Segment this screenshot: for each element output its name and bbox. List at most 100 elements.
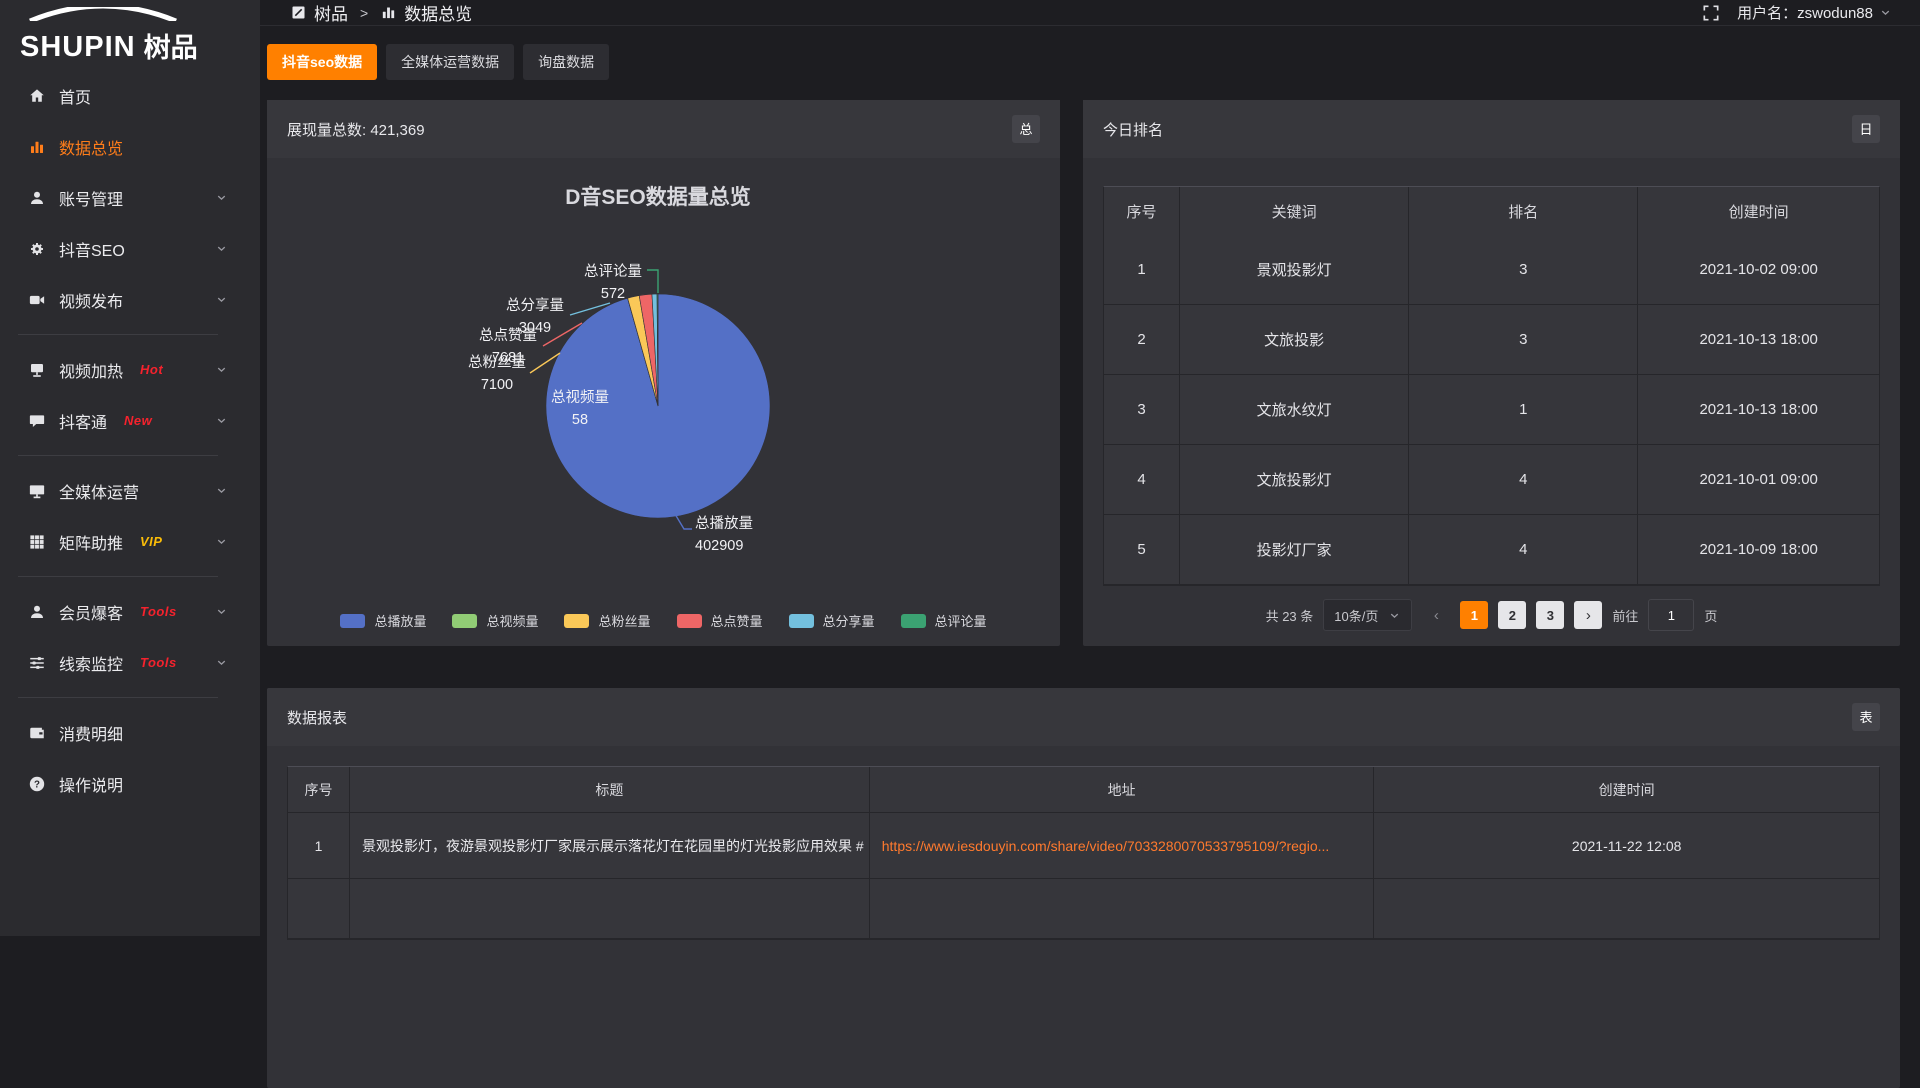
overview-panel: 展现量总数: 421,369 总 D音SEO数据量总览总播放量 402909 总视频… — [267, 100, 1060, 646]
pie-label-value-总播放量: 402909 — [695, 538, 743, 554]
sidebar-item-label: 视频发布 — [59, 288, 123, 312]
page-size-select[interactable]: 10条/页 — [1323, 599, 1412, 631]
page-button-1[interactable]: 1 — [1460, 601, 1488, 629]
data-tabs: 抖音seo数据全媒体运营数据询盘数据 — [267, 44, 1900, 80]
sidebar-item-label: 操作说明 — [59, 772, 123, 796]
report-title: 数据报表 — [287, 707, 347, 728]
sidebar-item-label: 账号管理 — [59, 186, 123, 210]
pie-label-name-总评论量: 总评论量 — [584, 263, 642, 280]
legend-item-总评论量[interactable]: 总评论量 — [901, 611, 987, 630]
ranking-col-排名: 排名 — [1409, 187, 1638, 236]
sidebar-item-线索监控[interactable]: 线索监控Tools — [0, 637, 260, 688]
sidebar-item-label: 视频加热 — [59, 358, 123, 382]
sidebar-item-会员爆客[interactable]: 会员爆客Tools — [0, 586, 260, 637]
video-link[interactable]: https://www.iesdouyin.com/share/video/70… — [882, 838, 1330, 854]
legend-label: 总分享量 — [823, 611, 875, 630]
pie-label-name-总分享量: 总分享量 — [506, 297, 564, 314]
tab-询盘数据[interactable]: 询盘数据 — [523, 44, 609, 80]
ranking-cell: 4 — [1409, 445, 1638, 515]
menu-divider — [18, 334, 218, 335]
ranking-col-创建时间: 创建时间 — [1638, 187, 1879, 236]
report-col-地址: 地址 — [870, 767, 1375, 813]
legend-swatch — [340, 614, 365, 628]
sidebar-item-数据总览[interactable]: 数据总览 — [0, 121, 260, 172]
sidebar-item-矩阵助推[interactable]: 矩阵助推 VIP — [0, 516, 260, 567]
sidebar-item-首页[interactable]: 首页 — [0, 70, 260, 121]
legend-item-总视频量[interactable]: 总视频量 — [452, 611, 538, 630]
chart-title: D音SEO数据量总览 — [565, 185, 751, 209]
overview-total-label: 展现量总数: 421,369 — [287, 119, 425, 140]
sidebar-item-消费明细[interactable]: 消费明细 — [0, 707, 260, 758]
report-cell-empty — [350, 879, 870, 939]
report-panel: 数据报表 表 序号标题地址创建时间1景观投影灯，夜游景观投影灯厂家展示展示落花灯… — [267, 688, 1900, 1088]
ranking-cell: 4 — [1104, 445, 1180, 515]
sidebar-item-账号管理[interactable]: 账号管理 — [0, 172, 260, 223]
legend-label: 总播放量 — [374, 611, 426, 630]
chart-bars-icon — [380, 4, 397, 21]
breadcrumb-item-数据总览[interactable]: 数据总览 — [380, 0, 472, 25]
svg-text:?: ? — [34, 779, 40, 790]
topbar-right: 用户名：zswodun88 — [1701, 2, 1892, 23]
sidebar-item-label: 线索监控 — [59, 651, 123, 675]
user-menu[interactable]: 用户名：zswodun88 — [1737, 2, 1892, 23]
pie-chart-area: D音SEO数据量总览总播放量402909总视频量58总粉丝量7100总点赞量76… — [267, 158, 1060, 646]
ranking-cell: 3 — [1104, 375, 1180, 445]
sidebar-item-抖音SEO[interactable]: 抖音SEO — [0, 223, 260, 274]
menu-divider — [18, 576, 218, 577]
next-page-button[interactable]: › — [1574, 601, 1602, 629]
sidebar-item-label: 矩阵助推 — [59, 530, 123, 554]
edit-square-icon — [290, 4, 307, 21]
legend-label: 总评论量 — [935, 611, 987, 630]
goto-page-input[interactable] — [1648, 599, 1694, 631]
sidebar-item-视频加热[interactable]: 视频加热Hot — [0, 344, 260, 395]
sidebar-item-label: 会员爆客 — [59, 600, 123, 624]
sidebar-menu: 首页数据总览账号管理抖音SEO视频发布视频加热Hot抖客通New全媒体运营矩阵助… — [0, 68, 260, 809]
total-view-button[interactable]: 总 — [1012, 115, 1040, 143]
sidebar-item-操作说明[interactable]: ? 操作说明 — [0, 758, 260, 809]
ranking-cell: 文旅投影 — [1180, 305, 1409, 375]
tab-抖音seo数据[interactable]: 抖音seo数据 — [267, 44, 377, 80]
tab-全媒体运营数据[interactable]: 全媒体运营数据 — [386, 44, 514, 80]
pie-label-value-总评论量: 572 — [601, 286, 625, 302]
sidebar-badge: VIP — [140, 534, 162, 549]
chevron-down-icon — [1388, 609, 1401, 622]
chevron-down-icon — [215, 191, 228, 204]
chart-bars-icon — [28, 138, 46, 156]
legend-swatch — [564, 614, 589, 628]
chevron-down-icon — [215, 414, 228, 427]
member-icon — [28, 603, 46, 621]
ranking-panel-header: 今日排名 日 — [1083, 100, 1900, 158]
fullscreen-icon[interactable] — [1701, 3, 1721, 23]
legend-item-总粉丝量[interactable]: 总粉丝量 — [564, 611, 650, 630]
table-view-button[interactable]: 表 — [1852, 703, 1880, 731]
monitor-icon — [28, 482, 46, 500]
top-panel-row: 展现量总数: 421,369 总 D音SEO数据量总览总播放量 402909 总视频… — [267, 100, 1900, 646]
page-button-2[interactable]: 2 — [1498, 601, 1526, 629]
legend-swatch — [677, 614, 702, 628]
pagination: 共 23 条10条/页‹123›前往页 — [1083, 599, 1900, 631]
app-logo[interactable]: SHUPIN 树品 — [0, 0, 260, 68]
legend-item-总点赞量[interactable]: 总点赞量 — [677, 611, 763, 630]
ranking-cell: 2 — [1104, 305, 1180, 375]
prev-page-button[interactable]: ‹ — [1422, 601, 1450, 629]
app-root: SHUPIN 树品 首页数据总览账号管理抖音SEO视频发布视频加热Hot抖客通N… — [0, 0, 1920, 936]
sidebar-item-全媒体运营[interactable]: 全媒体运营 — [0, 465, 260, 516]
ranking-title: 今日排名 — [1103, 119, 1163, 140]
ranking-cell: 1 — [1409, 375, 1638, 445]
legend-item-总分享量[interactable]: 总分享量 — [789, 611, 875, 630]
page-button-3[interactable]: 3 — [1536, 601, 1564, 629]
logo-text-en: SHUPIN — [20, 33, 136, 62]
sidebar: SHUPIN 树品 首页数据总览账号管理抖音SEO 视频发布视频加热Hot抖客通N… — [0, 0, 260, 936]
chevron-down-icon — [215, 242, 228, 255]
report-panel-header: 数据报表 表 — [267, 688, 1900, 746]
chevron-down-icon — [215, 484, 228, 497]
sidebar-item-视频发布[interactable]: 视频发布 — [0, 274, 260, 325]
breadcrumb-item-树品[interactable]: 树品 — [290, 0, 348, 25]
sidebar-item-抖客通[interactable]: 抖客通New — [0, 395, 260, 446]
main-area: 树品>数据总览 用户名：zswodun88 抖音seo数据全媒体运营数据询盘数据 — [260, 0, 1920, 936]
day-view-button[interactable]: 日 — [1852, 115, 1880, 143]
pie-label-value-总视频量: 58 — [572, 412, 588, 428]
pie-label-value-总粉丝量: 7100 — [481, 377, 513, 393]
ranking-table: 序号关键词排名创建时间1景观投影灯32021-10-02 09:002文旅投影3… — [1103, 186, 1880, 586]
legend-item-总播放量[interactable]: 总播放量 — [340, 611, 426, 630]
